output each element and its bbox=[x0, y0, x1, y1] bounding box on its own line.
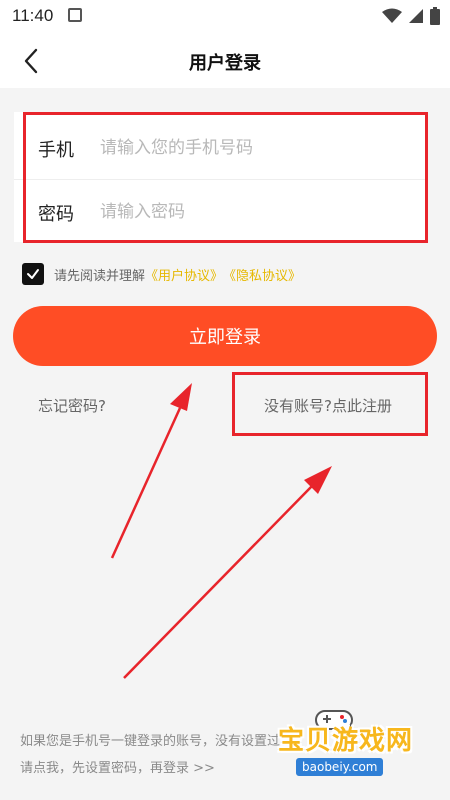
annotation-arrow-1 bbox=[110, 383, 192, 559]
agreement-text: 请先阅读并理解 bbox=[54, 268, 146, 284]
header: 用户登录 bbox=[0, 32, 450, 88]
status-icons bbox=[382, 7, 440, 25]
register-link[interactable]: 没有账号?点此注册 bbox=[264, 395, 392, 416]
phone-input[interactable] bbox=[100, 130, 400, 166]
watermark: 宝贝游戏网 baobeiy.com bbox=[272, 710, 442, 782]
battery-icon bbox=[430, 7, 440, 25]
cellular-signal-icon bbox=[409, 9, 423, 23]
page-title: 用户登录 bbox=[189, 53, 261, 74]
footer-hint-line-1: 如果您是手机号一键登录的账号，没有设置过 bbox=[20, 734, 281, 749]
annotation-arrow-2 bbox=[123, 466, 332, 679]
login-button[interactable]: 立即登录 bbox=[13, 306, 437, 366]
watermark-title: 宝贝游戏网 bbox=[278, 726, 414, 756]
status-time: 11:40 bbox=[12, 6, 54, 25]
password-row: 密码 bbox=[14, 180, 428, 244]
phone-row: 手机 bbox=[14, 116, 428, 180]
footer-hint-line-2: 请点我，先设置密码，再登录 >> bbox=[20, 761, 215, 776]
user-agreement-link[interactable]: 《用户协议》 bbox=[145, 265, 223, 284]
password-input[interactable] bbox=[100, 194, 400, 230]
phone-label: 手机 bbox=[38, 140, 74, 161]
password-label: 密码 bbox=[38, 204, 74, 225]
agreement-checkbox[interactable] bbox=[22, 263, 44, 285]
login-form: 手机 密码 bbox=[14, 112, 428, 242]
checkmark-icon bbox=[27, 269, 39, 279]
forgot-password-link[interactable]: 忘记密码? bbox=[38, 395, 106, 416]
wifi-icon bbox=[382, 8, 402, 23]
agreement-row: 请先阅读并理解 《用户协议》 《隐私协议》 bbox=[22, 262, 301, 286]
gamepad-icon bbox=[315, 710, 353, 730]
watermark-url: baobeiy.com bbox=[296, 758, 384, 776]
set-password-hint[interactable]: 如果您是手机号一键登录的账号，没有设置过 请点我，先设置密码，再登录 >> bbox=[20, 728, 280, 782]
privacy-policy-link[interactable]: 《隐私协议》 bbox=[223, 265, 301, 284]
status-bar: 11:40 bbox=[0, 0, 450, 32]
app-notification-icon bbox=[68, 8, 82, 22]
